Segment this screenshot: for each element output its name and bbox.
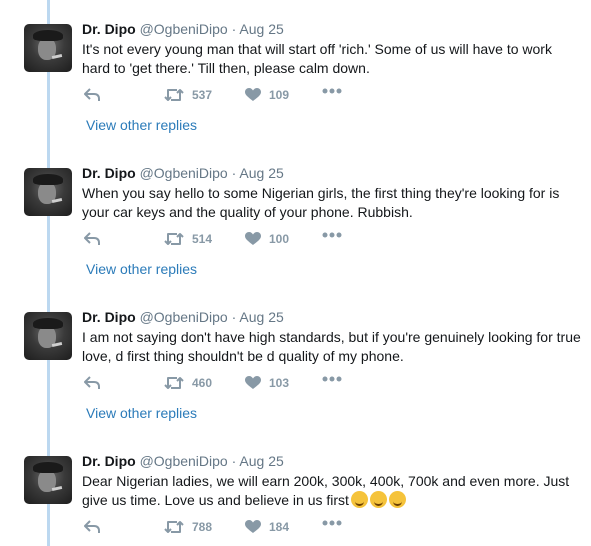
avatar-beret xyxy=(33,30,63,41)
separator-dot: · xyxy=(231,309,237,325)
like-count: 103 xyxy=(269,376,290,390)
separator-dot: · xyxy=(231,165,237,181)
user-handle[interactable]: @OgbeniDipo xyxy=(140,453,228,469)
tweet-header: Dr. Dipo @OgbeniDipo · Aug 25 xyxy=(82,309,284,325)
retweet-icon xyxy=(164,233,184,245)
avatar[interactable] xyxy=(24,312,72,360)
avatar-cigar xyxy=(51,485,63,492)
heart-icon xyxy=(245,232,261,245)
separator-dot: · xyxy=(231,453,237,469)
retweet-button[interactable]: 460 xyxy=(164,376,212,390)
tweet-header: Dr. Dipo @OgbeniDipo · Aug 25 xyxy=(82,453,284,469)
retweet-icon xyxy=(164,521,184,533)
tweet-actions: 514 100 xyxy=(82,232,382,252)
retweet-button[interactable]: 514 xyxy=(164,232,212,246)
tweet-actions: 460 103 xyxy=(82,376,382,396)
retweet-icon xyxy=(164,89,184,101)
tweet-header: Dr. Dipo @OgbeniDipo · Aug 25 xyxy=(82,21,284,37)
avatar-cigar xyxy=(51,53,63,60)
more-options-button[interactable] xyxy=(322,520,342,526)
view-other-replies-link[interactable]: View other replies xyxy=(86,117,197,133)
heart-icon xyxy=(245,88,261,101)
tweet-date[interactable]: Aug 25 xyxy=(239,21,283,37)
user-handle[interactable]: @OgbeniDipo xyxy=(140,165,228,181)
like-button[interactable]: 184 xyxy=(245,520,289,534)
avatar-cigar xyxy=(51,197,63,204)
heart-icon xyxy=(245,520,261,533)
more-options-button[interactable] xyxy=(322,232,342,238)
retweet-count: 514 xyxy=(192,232,213,246)
avatar-beret xyxy=(33,318,63,329)
separator-dot: · xyxy=(231,21,237,37)
retweet-count: 788 xyxy=(192,520,213,534)
user-handle[interactable]: @OgbeniDipo xyxy=(140,21,228,37)
tweet-text: It's not every young man that will start… xyxy=(82,41,552,76)
display-name[interactable]: Dr. Dipo xyxy=(82,309,136,325)
reply-icon xyxy=(84,88,100,101)
retweet-count: 460 xyxy=(192,376,213,390)
avatar-beret xyxy=(33,174,63,185)
tweet-actions: 788 184 xyxy=(82,520,382,540)
like-count: 100 xyxy=(269,232,290,246)
retweet-button[interactable]: 788 xyxy=(164,520,212,534)
like-count: 184 xyxy=(269,520,290,534)
retweet-icon xyxy=(164,377,184,389)
smiling-face-emoji-icon xyxy=(369,491,387,508)
reply-button[interactable] xyxy=(84,376,100,390)
display-name[interactable]: Dr. Dipo xyxy=(82,165,136,181)
view-other-replies-link[interactable]: View other replies xyxy=(86,405,197,421)
more-dots-icon xyxy=(322,232,342,238)
more-dots-icon xyxy=(322,520,342,526)
tweet-actions: 537 109 xyxy=(82,88,382,108)
like-button[interactable]: 109 xyxy=(245,88,289,102)
reply-button[interactable] xyxy=(84,520,100,534)
display-name[interactable]: Dr. Dipo xyxy=(82,453,136,469)
tweet-text: I am not saying don't have high standard… xyxy=(82,329,581,364)
more-options-button[interactable] xyxy=(322,88,342,94)
tweet-text: When you say hello to some Nigerian girl… xyxy=(82,185,560,220)
tweet-date[interactable]: Aug 25 xyxy=(239,165,283,181)
avatar[interactable] xyxy=(24,24,72,72)
avatar[interactable] xyxy=(24,456,72,504)
reply-button[interactable] xyxy=(84,232,100,246)
view-other-replies-link[interactable]: View other replies xyxy=(86,261,197,277)
avatar-cigar xyxy=(51,341,63,348)
like-count: 109 xyxy=(269,88,290,102)
smiling-face-emoji-icon xyxy=(388,491,406,508)
tweet-text-content: Dear Nigerian ladies, we will earn 200k,… xyxy=(82,473,570,508)
reply-button[interactable] xyxy=(84,88,100,102)
more-dots-icon xyxy=(322,376,342,382)
retweet-button[interactable]: 537 xyxy=(164,88,212,102)
tweet-date[interactable]: Aug 25 xyxy=(239,453,283,469)
tweet-date[interactable]: Aug 25 xyxy=(239,309,283,325)
like-button[interactable]: 100 xyxy=(245,232,289,246)
smiling-face-emoji-icon xyxy=(350,491,368,508)
reply-icon xyxy=(84,520,100,533)
heart-icon xyxy=(245,376,261,389)
reply-icon xyxy=(84,232,100,245)
like-button[interactable]: 103 xyxy=(245,376,289,390)
tweet-text: Dear Nigerian ladies, we will earn 200k,… xyxy=(82,472,582,510)
avatar[interactable] xyxy=(24,168,72,216)
more-options-button[interactable] xyxy=(322,376,342,382)
reply-icon xyxy=(84,376,100,389)
more-dots-icon xyxy=(322,88,342,94)
retweet-count: 537 xyxy=(192,88,213,102)
display-name[interactable]: Dr. Dipo xyxy=(82,21,136,37)
avatar-beret xyxy=(33,462,63,473)
tweet-header: Dr. Dipo @OgbeniDipo · Aug 25 xyxy=(82,165,284,181)
user-handle[interactable]: @OgbeniDipo xyxy=(140,309,228,325)
